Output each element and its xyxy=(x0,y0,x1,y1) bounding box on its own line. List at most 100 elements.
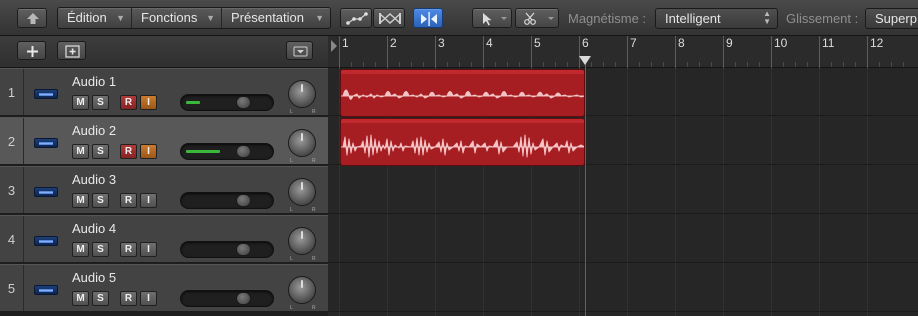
track-options-button[interactable] xyxy=(286,41,313,60)
track-row[interactable]: 4 Audio 4 M S R I L R xyxy=(0,215,328,263)
pan-right-mark: R xyxy=(312,109,316,115)
menu-fonctions[interactable]: Fonctions ▼ xyxy=(132,8,222,28)
playhead[interactable] xyxy=(585,56,586,316)
ruler-bar-number: 6 xyxy=(582,36,589,50)
mute-button[interactable]: M xyxy=(72,291,89,306)
glissement-label: Glissement : xyxy=(786,11,859,26)
fader-handle[interactable] xyxy=(236,292,251,305)
track-name[interactable]: Audio 5 xyxy=(72,270,116,285)
mute-button[interactable]: M xyxy=(72,242,89,257)
control-bar: Édition ▼ Fonctions ▼ Présentation ▼ Mag… xyxy=(0,0,918,36)
track-row[interactable]: 2 Audio 2 M S R I L R xyxy=(0,117,328,165)
waveform-track-icon xyxy=(34,285,58,295)
volume-fader[interactable] xyxy=(180,241,274,258)
automation-button[interactable] xyxy=(340,8,372,28)
waveform-track-icon xyxy=(34,138,58,148)
ruler-bar-number: 12 xyxy=(870,36,884,50)
record-enable-button[interactable]: R xyxy=(120,144,137,159)
fader-handle[interactable] xyxy=(236,243,251,256)
menu-fonctions-label: Fonctions xyxy=(141,10,198,25)
track-list-header xyxy=(0,36,328,68)
pan-knob[interactable] xyxy=(288,227,316,255)
pan-right-mark: R xyxy=(312,256,316,262)
audio-region[interactable] xyxy=(340,69,585,117)
fader-handle[interactable] xyxy=(236,194,251,207)
track-row[interactable]: 5 Audio 5 M S R I L R xyxy=(0,264,328,312)
track-row[interactable]: 1 Audio 1 M S R I L R xyxy=(0,68,328,116)
input-monitoring-button[interactable]: I xyxy=(140,193,157,208)
pan-knob[interactable] xyxy=(288,80,316,108)
fader-handle[interactable] xyxy=(236,96,251,109)
glissement-value: Superp xyxy=(875,11,917,26)
menu-edition[interactable]: Édition ▼ xyxy=(58,8,132,28)
track-name[interactable]: Audio 1 xyxy=(72,74,116,89)
up-arrow-icon xyxy=(27,13,39,24)
pan-knob[interactable] xyxy=(288,178,316,206)
track-name[interactable]: Audio 4 xyxy=(72,221,116,236)
ruler-bar-number: 8 xyxy=(678,36,685,50)
solo-button[interactable]: S xyxy=(92,291,109,306)
magnetism-label: Magnétisme : xyxy=(568,11,647,26)
track-row[interactable]: 3 Audio 3 M S R I L R xyxy=(0,166,328,214)
magnetism-select[interactable]: Intelligent ▲ ▼ xyxy=(655,8,778,29)
volume-fader[interactable] xyxy=(180,290,274,307)
magnetism-value: Intelligent xyxy=(665,11,721,26)
pan-left-mark: L xyxy=(290,256,293,262)
mute-button[interactable]: M xyxy=(72,193,89,208)
input-monitoring-button[interactable]: I xyxy=(140,242,157,257)
flex-view-button[interactable] xyxy=(373,8,405,28)
waveform-track-icon xyxy=(34,89,58,99)
track-number: 2 xyxy=(0,118,24,164)
glissement-select[interactable]: Superp xyxy=(865,8,918,29)
menu-presentation-label: Présentation xyxy=(231,10,304,25)
pan-knob[interactable] xyxy=(288,129,316,157)
record-enable-button[interactable]: R xyxy=(120,291,137,306)
scissors-tool-button[interactable] xyxy=(515,8,559,28)
pan-knob[interactable] xyxy=(288,276,316,304)
playhead-marker-icon[interactable] xyxy=(579,56,591,65)
volume-fader[interactable] xyxy=(180,143,274,160)
solo-button[interactable]: S xyxy=(92,144,109,159)
record-enable-button[interactable]: R xyxy=(120,95,137,110)
solo-button[interactable]: S xyxy=(92,95,109,110)
input-monitoring-button[interactable]: I xyxy=(140,95,157,110)
ruler-bar-number: 9 xyxy=(726,36,733,50)
mute-button[interactable]: M xyxy=(72,144,89,159)
track-number: 4 xyxy=(0,216,24,262)
ruler-bar-number: 10 xyxy=(774,36,788,50)
audio-region[interactable] xyxy=(340,118,585,166)
track-name[interactable]: Audio 2 xyxy=(72,123,116,138)
menu-group: Édition ▼ Fonctions ▼ Présentation ▼ xyxy=(57,7,331,29)
pan-left-mark: L xyxy=(290,305,293,311)
track-name[interactable]: Audio 3 xyxy=(72,172,116,187)
track-stack-button[interactable] xyxy=(57,41,86,60)
pointer-tool-button[interactable] xyxy=(472,8,512,28)
waveform-track-icon xyxy=(34,236,58,246)
up-arrow-button[interactable] xyxy=(17,8,47,28)
bar-ruler[interactable]: 1 2 3 4 5 6 7 8 9 10 11 12 xyxy=(328,36,918,68)
record-enable-button[interactable]: R xyxy=(120,242,137,257)
menu-presentation[interactable]: Présentation ▼ xyxy=(222,8,330,28)
ruler-bar-number: 2 xyxy=(390,36,397,50)
solo-button[interactable]: S xyxy=(92,193,109,208)
folder-plus-icon xyxy=(65,45,80,58)
fader-handle[interactable] xyxy=(236,145,251,158)
add-track-button[interactable] xyxy=(17,41,46,60)
mute-button[interactable]: M xyxy=(72,95,89,110)
volume-fader[interactable] xyxy=(180,94,274,111)
level-meter xyxy=(186,101,200,104)
catch-playhead-button[interactable] xyxy=(413,8,443,28)
input-monitoring-button[interactable]: I xyxy=(140,291,157,306)
volume-fader[interactable] xyxy=(180,192,274,209)
waveform xyxy=(341,89,584,100)
level-meter xyxy=(186,150,220,153)
track-number: 1 xyxy=(0,69,24,115)
chevron-down-icon: ▼ xyxy=(315,13,324,23)
solo-button[interactable]: S xyxy=(92,242,109,257)
automation-curve-icon xyxy=(346,12,368,25)
scissors-icon xyxy=(524,12,554,25)
ruler-bar-number: 5 xyxy=(534,36,541,50)
chevron-down-icon: ▼ xyxy=(206,13,215,23)
input-monitoring-button[interactable]: I xyxy=(140,144,157,159)
record-enable-button[interactable]: R xyxy=(120,193,137,208)
